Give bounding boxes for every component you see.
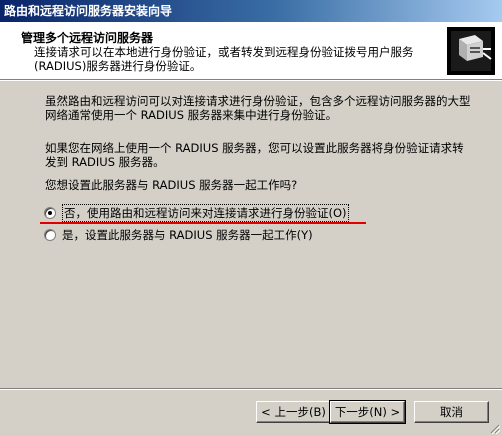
window-title: 路由和远程访问服务器安装向导 [4,4,173,18]
page-subtitle: 连接请求可以在本地进行身份验证，或者转发到远程身份验证拨号用户服务(RADIUS… [34,45,414,73]
window-title-bar[interactable]: 路由和远程访问服务器安装向导 [0,0,502,22]
radio-button-no[interactable] [44,207,56,219]
wizard-header: 管理多个远程访问服务器 连接请求可以在本地进行身份验证，或者转发到远程身份验证拨… [0,22,502,80]
radio-option-no[interactable]: 否，使用路由和远程访问来对连接请求进行身份验证(O) [44,204,349,222]
cancel-button[interactable]: 取消 [414,401,489,423]
question-text: 您想设置此服务器与 RADIUS 服务器一起工作吗? [45,178,298,192]
radio-option-yes[interactable]: 是，设置此服务器与 RADIUS 服务器一起工作(Y) [44,227,313,243]
page-title: 管理多个远程访问服务器 [21,31,154,45]
next-button[interactable]: 下一步(N) > [329,400,406,424]
description-paragraph-2: 如果您在网络上使用一个 RADIUS 服务器，您可以设置此服务器将身份验证请求转… [45,141,464,169]
resize-grip-icon[interactable] [488,422,500,434]
annotation-underline [40,222,366,224]
radio-label-no[interactable]: 否，使用路由和远程访问来对连接请求进行身份验证(O) [62,204,349,222]
radio-button-yes[interactable] [44,229,56,241]
footer-divider [0,388,502,390]
header-divider [0,80,502,81]
radio-label-yes[interactable]: 是，设置此服务器与 RADIUS 服务器一起工作(Y) [62,227,313,243]
back-button[interactable]: < 上一步(B) [256,401,331,423]
description-paragraph-1: 虽然路由和远程访问可以对连接请求进行身份验证，包含多个远程访问服务器的大型网络通… [45,94,471,122]
server-network-icon [447,27,495,75]
